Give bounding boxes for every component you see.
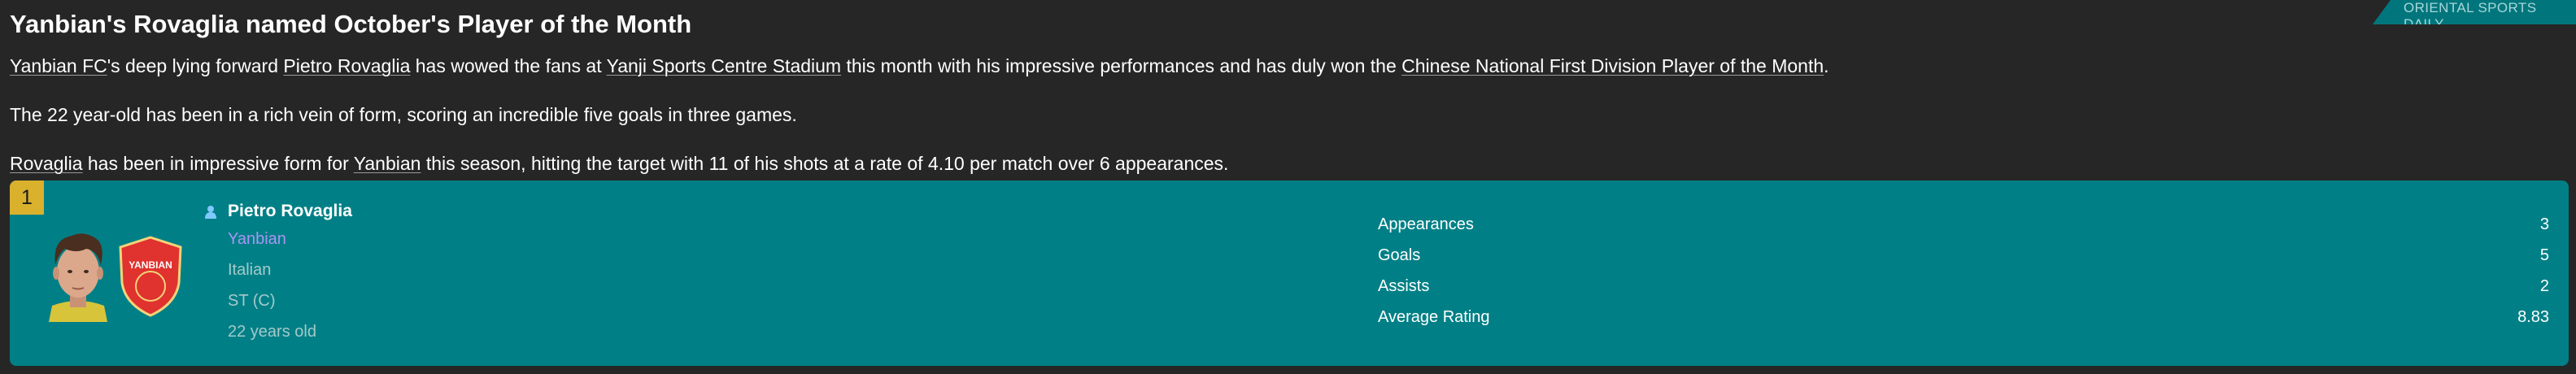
stat-label: Average Rating (1378, 308, 1490, 326)
player-link[interactable]: Rovaglia (10, 153, 83, 174)
stat-row-goals: Goals 5 (1378, 246, 2549, 265)
crest-label: YANBIAN (129, 259, 172, 271)
article-paragraph-3: Rovaglia has been in impressive form for… (10, 151, 1228, 176)
source-tag: ORIENTAL SPORTS DAILY (2373, 0, 2576, 24)
stat-value: 3 (2539, 215, 2549, 233)
player-position: ST (C) (228, 292, 276, 310)
paragraph-text: has wowed the fans at (410, 55, 607, 76)
stat-value: 2 (2539, 277, 2549, 295)
club-link[interactable]: Yanbian FC (10, 55, 107, 76)
player-age: 22 years old (228, 323, 316, 341)
stat-value: 5 (2539, 246, 2549, 264)
stat-label: Assists (1378, 277, 1430, 295)
stat-label: Goals (1378, 246, 1421, 264)
person-icon (205, 206, 216, 219)
player-name-row: Pietro Rovaglia (203, 198, 352, 224)
player-name[interactable]: Pietro Rovaglia (228, 202, 352, 221)
stat-row-assists: Assists 2 (1378, 276, 2549, 296)
paragraph-text: has been in impressive form for (82, 153, 354, 174)
paragraph-text: 's deep lying forward (107, 55, 284, 76)
stat-row-average-rating: Average Rating 8.83 (1378, 307, 2549, 327)
stadium-link[interactable]: Yanji Sports Centre Stadium (607, 55, 842, 76)
player-of-month-card: 1 YANBIAN Pietro Rovaglia Yanbian Italia… (10, 180, 2569, 366)
article-headline: Yanbian's Rovaglia named October's Playe… (10, 10, 692, 38)
paragraph-text: this month with his impressive performan… (841, 55, 1402, 76)
article-paragraph-2: The 22 year-old has been in a rich vein … (10, 104, 797, 125)
club-link[interactable]: Yanbian (354, 153, 421, 174)
club-crest-icon[interactable]: YANBIAN (117, 236, 184, 317)
stat-row-appearances: Appearances 3 (1378, 215, 2549, 234)
paragraph-text: this season, hitting the target with 11 … (421, 153, 1229, 174)
player-link[interactable]: Pietro Rovaglia (283, 55, 410, 76)
stat-label: Appearances (1378, 215, 1474, 233)
award-link[interactable]: Chinese National First Division Player o… (1401, 55, 1824, 76)
player-club-link[interactable]: Yanbian (228, 229, 286, 249)
player-face-image[interactable] (37, 226, 119, 322)
article-paragraph-1: Yanbian FC's deep lying forward Pietro R… (10, 54, 1829, 78)
player-nationality: Italian (228, 261, 272, 279)
paragraph-text: . (1824, 55, 1829, 76)
rank-badge: 1 (10, 180, 44, 215)
stat-value: 8.83 (2517, 308, 2549, 326)
